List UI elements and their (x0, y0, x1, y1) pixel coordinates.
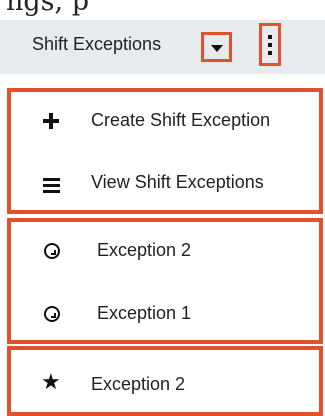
plus-icon (41, 110, 63, 132)
menu-item-label: Exception 2 (97, 240, 192, 260)
list-icon (41, 172, 63, 194)
menu-item-label: Create Shift Exception (91, 110, 271, 130)
kebab-menu-icon (268, 35, 272, 39)
partial-page-text: ngs, p (6, 0, 89, 17)
star-icon: ★ (41, 369, 61, 394)
menu-item-view-shift-exceptions[interactable]: View Shift Exceptions (11, 164, 319, 204)
favorite-item[interactable]: ★ Exception 2 (11, 366, 319, 406)
recently-viewed-item[interactable]: Exception 2 (11, 232, 319, 272)
module-actions-section: Create Shift Exception View Shift Except… (7, 88, 323, 214)
more-actions-button[interactable] (259, 23, 281, 66)
menu-item-create-shift-exception[interactable]: Create Shift Exception (11, 102, 319, 142)
recently-viewed-section: Exception 2 Exception 1 (7, 218, 323, 344)
caret-down-icon (211, 45, 223, 52)
clock-icon (41, 303, 63, 325)
favorites-section: ★ Exception 2 (7, 346, 323, 416)
module-header-bar: Shift Exceptions (0, 20, 325, 74)
recently-viewed-item[interactable]: Exception 1 (11, 295, 319, 335)
menu-item-label: Exception 2 (91, 374, 186, 394)
menu-item-label: Exception 1 (97, 303, 192, 323)
kebab-dot (268, 43, 272, 47)
module-title[interactable]: Shift Exceptions (32, 34, 161, 55)
module-menu-dropdown-button[interactable] (201, 32, 232, 62)
clock-icon (41, 240, 63, 262)
kebab-dot (268, 51, 272, 55)
menu-item-label: View Shift Exceptions (91, 172, 264, 192)
